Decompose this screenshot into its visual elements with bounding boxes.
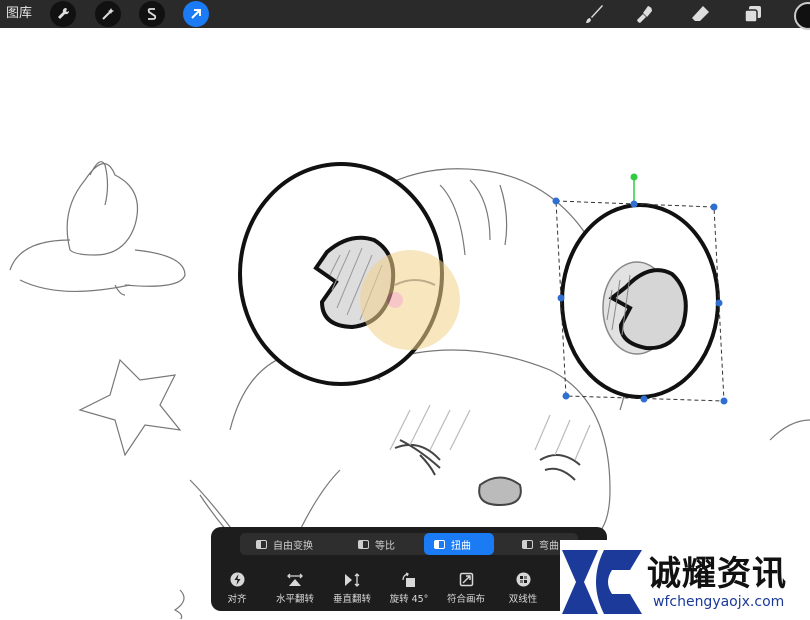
handle-bottom-middle[interactable]: [640, 395, 648, 403]
gallery-button[interactable]: 图库: [6, 6, 32, 22]
flip-vertical-label: 垂直翻转: [332, 594, 371, 605]
wrench-icon[interactable]: [50, 1, 76, 27]
mode-freeform[interactable]: 自由变换: [246, 533, 330, 555]
rotate-handle[interactable]: [630, 173, 638, 181]
flip-horizontal-icon: [286, 571, 304, 588]
rotate-icon: [401, 571, 417, 588]
brush-icon[interactable]: [582, 3, 606, 25]
fit-canvas-icon: [459, 571, 474, 588]
color-swatch[interactable]: [794, 2, 810, 30]
smudge-icon[interactable]: [634, 3, 658, 25]
transform-tools-row: 对齐 水平翻转 垂直翻转 旋转 45° 符合画布 双线性: [211, 571, 607, 607]
handle-top-middle[interactable]: [630, 200, 638, 208]
rotate-45-label: 旋转 45°: [389, 594, 429, 605]
snap-label: 对齐: [227, 594, 247, 605]
right-ring-shape[interactable]: [560, 203, 720, 399]
handle-bottom-right[interactable]: [720, 397, 728, 405]
eraser-icon[interactable]: [688, 3, 712, 25]
warp-icon: [522, 539, 533, 549]
mode-warp-label: 弯曲: [539, 540, 559, 552]
transform-mode-segmented-control: 自由变换 等比 扭曲 弯曲: [240, 533, 578, 555]
transform-arrow-icon[interactable]: [183, 1, 209, 27]
watermark-name: 诚耀资讯: [647, 554, 787, 594]
handle-bottom-left[interactable]: [562, 392, 570, 400]
snap-button[interactable]: 对齐: [211, 571, 265, 605]
watermark-logo-icon: [562, 550, 642, 614]
magic-wand-icon[interactable]: [95, 1, 121, 27]
fit-canvas-label: 符合画布: [446, 594, 485, 605]
selection-s-icon[interactable]: [139, 1, 165, 27]
watermark-url: wfchengyaojx.com: [653, 594, 785, 610]
handle-top-left[interactable]: [552, 197, 560, 205]
mode-distort-label: 扭曲: [451, 540, 471, 552]
flip-horizontal-button[interactable]: 水平翻转: [267, 571, 323, 605]
top-toolbar: 图库: [0, 0, 810, 30]
bilinear-label: 双线性: [508, 594, 538, 605]
watermark: 诚耀资讯 wfchengyaojx.com: [560, 540, 810, 619]
layers-icon[interactable]: [741, 3, 765, 25]
mode-uniform-label: 等比: [375, 540, 395, 552]
flip-horizontal-label: 水平翻转: [275, 594, 314, 605]
bilinear-button[interactable]: 双线性: [495, 571, 551, 605]
freeform-icon: [256, 539, 267, 549]
distort-icon: [434, 539, 445, 549]
handle-middle-left[interactable]: [557, 294, 565, 302]
flip-vertical-icon: [343, 571, 361, 588]
uniform-icon: [358, 539, 369, 549]
transform-panel: 自由变换 等比 扭曲 弯曲 对齐 水平翻转 垂直翻转 旋转 45° 符合画布 双…: [211, 527, 607, 611]
mode-distort[interactable]: 扭曲: [424, 533, 494, 555]
bilinear-icon: [516, 571, 531, 588]
handle-middle-right[interactable]: [715, 299, 723, 307]
handle-top-right[interactable]: [710, 203, 718, 211]
snap-icon: [230, 571, 245, 588]
rotate-45-button[interactable]: 旋转 45°: [381, 571, 437, 605]
sticker-logo: [360, 250, 460, 350]
mode-uniform[interactable]: 等比: [348, 533, 418, 555]
flip-vertical-button[interactable]: 垂直翻转: [324, 571, 380, 605]
mode-freeform-label: 自由变换: [273, 540, 313, 552]
fit-canvas-button[interactable]: 符合画布: [438, 571, 494, 605]
